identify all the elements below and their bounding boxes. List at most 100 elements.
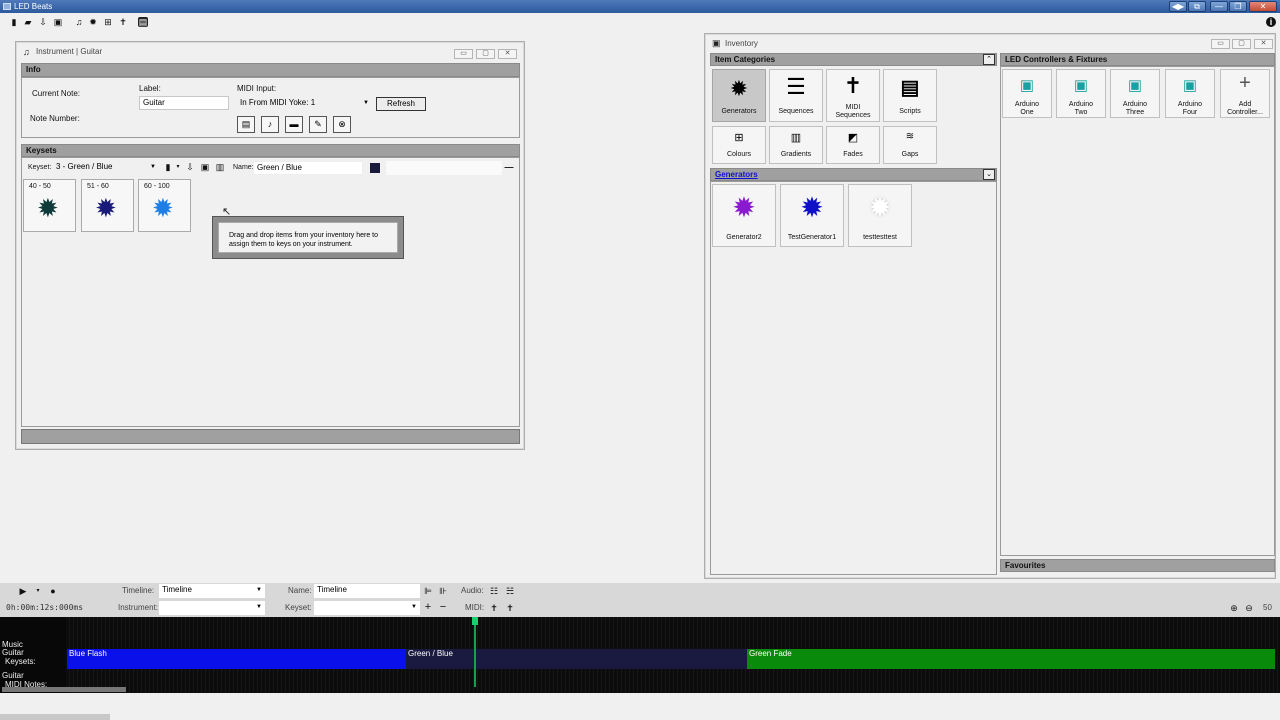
- music-note-icon[interactable]: ♫: [74, 17, 84, 27]
- save-icon[interactable]: ▣: [53, 17, 63, 27]
- remove-track-icon[interactable]: −: [438, 602, 448, 613]
- snap-button[interactable]: ⧉: [1188, 1, 1206, 12]
- minimize-button[interactable]: —: [1210, 1, 1228, 12]
- colour-swatch[interactable]: [370, 163, 380, 173]
- generators-link[interactable]: Generators: [715, 170, 758, 179]
- category-fades[interactable]: ◩ Fades: [826, 126, 880, 164]
- category-label: Generators: [721, 108, 757, 115]
- chevron-down-icon[interactable]: ▾: [33, 586, 43, 596]
- controller-label: Arduino One: [1014, 101, 1040, 116]
- timeline-name-field[interactable]: Timeline: [314, 584, 420, 598]
- align-right-icon[interactable]: ⊪: [438, 586, 448, 596]
- window-close-button[interactable]: ✕: [498, 49, 517, 59]
- category-colours[interactable]: ⊞ Colours: [712, 126, 766, 164]
- category-sequences[interactable]: ☰ Sequences: [769, 69, 823, 122]
- key-range-card[interactable]: 51 - 60 ✹: [81, 179, 134, 232]
- generator-gear-icon: ✹: [800, 192, 824, 223]
- chevron-down-icon[interactable]: ▾: [173, 162, 183, 172]
- zoom-in-icon[interactable]: ⊕: [1229, 603, 1239, 613]
- chevron-down-icon: ▼: [256, 587, 262, 593]
- timeline-scrollbar[interactable]: [2, 687, 126, 692]
- generator-tile[interactable]: ✹ TestGenerator1: [780, 184, 844, 247]
- midi-figure-icon[interactable]: ✝: [118, 17, 128, 27]
- align-left-icon[interactable]: ⊫: [423, 586, 433, 596]
- timeline-tracks[interactable]: Music Guitar Keysets: Guitar MIDI Notes: B…: [0, 617, 1280, 693]
- new-file-icon[interactable]: ▮: [9, 17, 19, 27]
- new-keyset-icon[interactable]: ▮: [163, 162, 173, 172]
- audio-settings-icon[interactable]: ☵: [505, 586, 515, 596]
- category-midi-sequences[interactable]: ✝ MIDI Sequences: [826, 69, 880, 122]
- key-range-card[interactable]: 60 - 100 ✹: [138, 179, 191, 232]
- close-button[interactable]: ✕: [1249, 1, 1277, 12]
- favourites-header: Favourites: [1000, 559, 1275, 572]
- keyboard-icon[interactable]: ▤: [237, 116, 255, 133]
- playhead-handle[interactable]: [472, 617, 478, 625]
- gear-icon[interactable]: ✹: [88, 17, 98, 27]
- guitar-icon[interactable]: ♪: [261, 116, 279, 133]
- clip-label: Blue Flash: [69, 649, 107, 658]
- keyset-value: 3 - Green / Blue: [56, 162, 113, 171]
- timeline-clip[interactable]: Green Fade: [747, 649, 1275, 669]
- restore-aside-button[interactable]: ◀▶: [1169, 1, 1187, 12]
- controller-tile[interactable]: ▣ Arduino One: [1002, 69, 1052, 118]
- drum-stick-icon[interactable]: ✎: [309, 116, 327, 133]
- audio-sliders-icon[interactable]: ☷: [489, 586, 499, 596]
- import-icon[interactable]: ⇩: [185, 162, 195, 172]
- zoom-out-icon[interactable]: ⊖: [1244, 603, 1254, 613]
- window-maximize-button[interactable]: ▢: [476, 49, 495, 59]
- window-close-button[interactable]: ✕: [1254, 39, 1273, 49]
- keys-icon[interactable]: ▬: [285, 116, 303, 133]
- app-title-bar: LED Beats ◀▶ ⧉ — ❐ ✕: [0, 0, 1280, 13]
- delete-icon[interactable]: ▥: [215, 162, 225, 172]
- horizontal-scrollbar[interactable]: [0, 714, 110, 720]
- import-icon[interactable]: ⇩: [38, 17, 48, 27]
- controller-tile[interactable]: ▣ Arduino Three: [1110, 69, 1160, 118]
- timeline-clip[interactable]: Blue Flash: [67, 649, 406, 669]
- collapse-up-icon[interactable]: ⌃: [983, 54, 995, 65]
- collapse-down-icon[interactable]: ⌄: [983, 169, 995, 180]
- play-icon[interactable]: ▶: [18, 586, 28, 596]
- maximize-button[interactable]: ❐: [1229, 1, 1247, 12]
- generator-tile[interactable]: ✹ testtesttest: [848, 184, 912, 247]
- window-maximize-button[interactable]: ▢: [1232, 39, 1251, 49]
- mouse-cursor-icon: ↖: [222, 206, 232, 218]
- generator-gear-icon: ✹: [732, 192, 756, 223]
- record-icon[interactable]: ●: [48, 586, 58, 596]
- open-folder-icon[interactable]: ▰: [23, 17, 33, 27]
- midi-input-select[interactable]: In From MIDI Yoke: 1 ▼: [237, 97, 372, 110]
- keyset-spare-field: [386, 161, 502, 175]
- category-label: MIDI Sequences: [835, 104, 871, 119]
- add-controller-button[interactable]: + Add Controller...: [1220, 69, 1270, 118]
- keyset-select[interactable]: 3 - Green / Blue ▼: [53, 161, 159, 174]
- timeline-select[interactable]: Timeline ▼: [159, 584, 265, 598]
- transport-keyset-select[interactable]: ▼: [314, 601, 420, 615]
- midi-figure-icon[interactable]: ✝: [489, 603, 499, 613]
- key-range-card[interactable]: 40 - 50 ✹: [23, 179, 76, 232]
- controller-tile[interactable]: ▣ Arduino Two: [1056, 69, 1106, 118]
- timeline-clip[interactable]: Green / Blue: [406, 649, 747, 669]
- category-label: Colours: [726, 151, 752, 158]
- category-generators[interactable]: ✹ Generators: [712, 69, 766, 122]
- window-minimize-button[interactable]: ▭: [1211, 39, 1230, 49]
- collapse-icon[interactable]: —: [504, 162, 514, 172]
- category-scripts[interactable]: ▤ Scripts: [883, 69, 937, 122]
- save-icon[interactable]: ▣: [200, 162, 210, 172]
- playhead[interactable]: [474, 617, 476, 687]
- refresh-button[interactable]: Refresh: [376, 97, 426, 111]
- category-gradients[interactable]: ▥ Gradients: [769, 126, 823, 164]
- category-gaps[interactable]: ≋ Gaps: [883, 126, 937, 164]
- led-controller-icon[interactable]: ▤: [138, 17, 148, 27]
- drum-icon[interactable]: ⊗: [333, 116, 351, 133]
- instrument-select[interactable]: ▼: [159, 601, 265, 615]
- info-icon[interactable]: i: [1266, 17, 1276, 27]
- sliders-icon[interactable]: ⊞: [103, 17, 113, 27]
- generator-tile[interactable]: ✹ Generator2: [712, 184, 776, 247]
- zoom-value: 50: [1263, 603, 1272, 612]
- controller-tile[interactable]: ▣ Arduino Four: [1165, 69, 1215, 118]
- label-field[interactable]: Guitar: [139, 96, 229, 110]
- keyset-name-field[interactable]: Green / Blue: [253, 161, 363, 175]
- midi-figure-alt-icon[interactable]: ✝: [505, 603, 515, 613]
- add-track-icon[interactable]: +: [423, 602, 433, 613]
- window-minimize-button[interactable]: ▭: [454, 49, 473, 59]
- note-number-label: Note Number:: [30, 114, 80, 123]
